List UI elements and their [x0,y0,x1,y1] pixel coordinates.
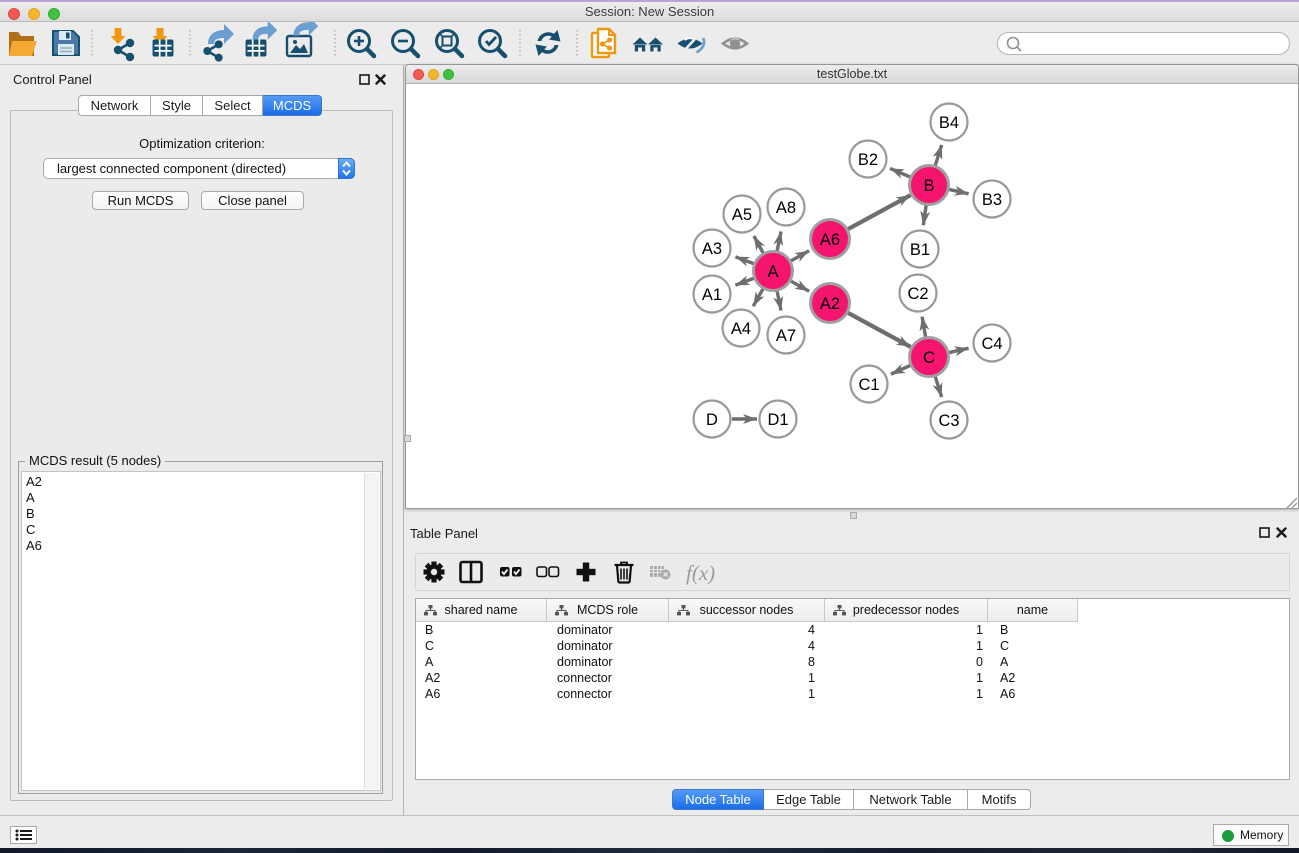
svg-text:C3: C3 [938,412,959,430]
svg-text:B4: B4 [939,114,959,132]
svg-text:f(x): f(x) [686,561,715,585]
svg-text:D1: D1 [767,411,788,429]
svg-text:C4: C4 [981,335,1002,353]
svg-text:D: D [706,411,718,429]
svg-text:A: A [767,263,778,281]
svg-text:A7: A7 [776,327,796,345]
svg-text:C1: C1 [858,376,879,394]
svg-text:B2: B2 [858,151,878,169]
svg-text:C2: C2 [907,285,928,303]
svg-text:A1: A1 [702,286,722,304]
svg-text:A8: A8 [776,199,796,217]
svg-text:A4: A4 [731,320,751,338]
svg-text:A6: A6 [820,231,840,249]
svg-text:A2: A2 [820,295,840,313]
svg-text:B1: B1 [910,241,930,259]
svg-text:B: B [923,177,934,195]
svg-text:A5: A5 [732,206,752,224]
svg-text:C: C [923,349,935,367]
svg-text:B3: B3 [982,191,1002,209]
svg-text:A3: A3 [702,240,722,258]
